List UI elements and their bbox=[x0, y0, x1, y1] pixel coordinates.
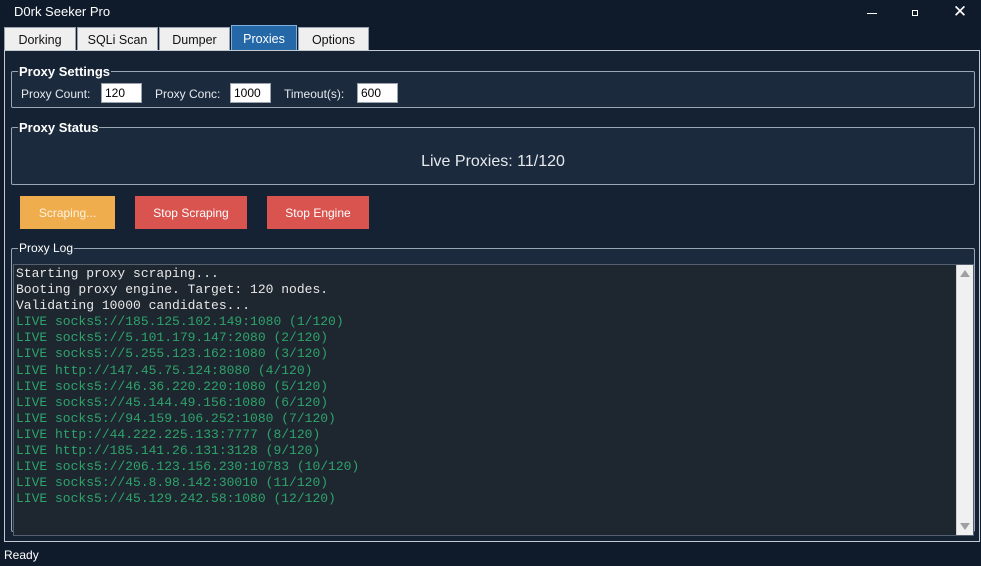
status-bar: Ready bbox=[0, 544, 981, 566]
live-proxies-count: Live Proxies: 11/120 bbox=[421, 153, 565, 170]
scroll-down-icon[interactable] bbox=[960, 523, 970, 530]
proxy-conc-label: Proxy Conc: bbox=[155, 87, 221, 101]
log-line: LIVE http://185.141.26.131:3128 (9/120) bbox=[16, 443, 321, 459]
scroll-up-icon[interactable] bbox=[960, 270, 970, 277]
proxies-panel: Proxy Settings Proxy Count: Proxy Conc: … bbox=[4, 50, 980, 542]
status-text: Ready bbox=[4, 548, 39, 562]
log-line: LIVE socks5://45.8.98.142:30010 (11/120) bbox=[16, 475, 329, 491]
log-line: LIVE socks5://45.144.49.156:1080 (6/120) bbox=[16, 394, 329, 410]
log-scrollbar[interactable] bbox=[956, 265, 973, 535]
tab-sqli-scan[interactable]: SQLi Scan bbox=[77, 27, 158, 51]
stop-scraping-button[interactable]: Stop Scraping bbox=[135, 196, 247, 229]
proxy-conc-input[interactable] bbox=[230, 83, 271, 103]
log-line: LIVE http://147.45.75.124:8080 (4/120) bbox=[16, 362, 313, 378]
log-line: LIVE socks5://185.125.102.149:1080 (1/12… bbox=[16, 314, 344, 330]
title-bar: D0rk Seeker Pro ✕ bbox=[0, 0, 981, 25]
minimize-icon bbox=[867, 12, 877, 14]
log-line: LIVE socks5://5.101.179.147:2080 (2/120) bbox=[16, 330, 329, 346]
stop-engine-button[interactable]: Stop Engine bbox=[267, 196, 369, 229]
maximize-button[interactable] bbox=[892, 0, 938, 25]
proxy-log-title: Proxy Log bbox=[19, 241, 74, 255]
tab-options[interactable]: Options bbox=[298, 27, 369, 51]
close-icon: ✕ bbox=[952, 2, 968, 22]
maximize-icon bbox=[912, 9, 918, 16]
log-lines: Starting proxy scraping... Booting proxy … bbox=[16, 266, 359, 507]
proxy-settings-group: Proxy Settings Proxy Count: Proxy Conc: … bbox=[11, 64, 975, 108]
proxy-log-output[interactable]: Starting proxy scraping... Booting proxy … bbox=[13, 264, 974, 536]
log-line: LIVE socks5://5.255.123.162:1080 (3/120) bbox=[16, 346, 329, 362]
proxy-log-group: Proxy Log Starting proxy scraping... Boot… bbox=[11, 241, 975, 536]
timeout-input[interactable] bbox=[357, 83, 398, 103]
log-line: LIVE socks5://206.123.156.230:10783 (10/… bbox=[16, 459, 360, 475]
proxy-count-label: Proxy Count: bbox=[21, 87, 91, 101]
log-line: Validating 10000 candidates... bbox=[16, 298, 251, 314]
window-title: D0rk Seeker Pro bbox=[14, 4, 111, 19]
log-line: Starting proxy scraping... bbox=[16, 266, 219, 281]
timeout-label: Timeout(s): bbox=[284, 87, 345, 101]
tab-dorking[interactable]: Dorking bbox=[4, 27, 76, 51]
proxy-status-group: Proxy Status Live Proxies: 11/120 bbox=[11, 120, 975, 185]
tab-dumper[interactable]: Dumper bbox=[159, 27, 230, 51]
scraping-button[interactable]: Scraping... bbox=[20, 196, 115, 229]
log-line: LIVE socks5://45.129.242.58:1080 (12/120… bbox=[16, 491, 336, 507]
proxy-count-input[interactable] bbox=[101, 83, 142, 103]
log-line: LIVE socks5://46.36.220.220:1080 (5/120) bbox=[16, 378, 329, 394]
log-line: LIVE http://44.222.225.133:7777 (8/120) bbox=[16, 426, 321, 442]
minimize-button[interactable] bbox=[849, 0, 895, 25]
tab-proxies[interactable]: Proxies bbox=[231, 25, 297, 51]
log-line: LIVE socks5://94.159.106.252:1080 (7/120… bbox=[16, 410, 336, 426]
close-button[interactable]: ✕ bbox=[937, 0, 981, 25]
proxy-settings-title: Proxy Settings bbox=[19, 64, 111, 79]
proxy-status-title: Proxy Status bbox=[19, 120, 99, 135]
log-line: Booting proxy engine. Target: 120 nodes. bbox=[16, 282, 329, 298]
